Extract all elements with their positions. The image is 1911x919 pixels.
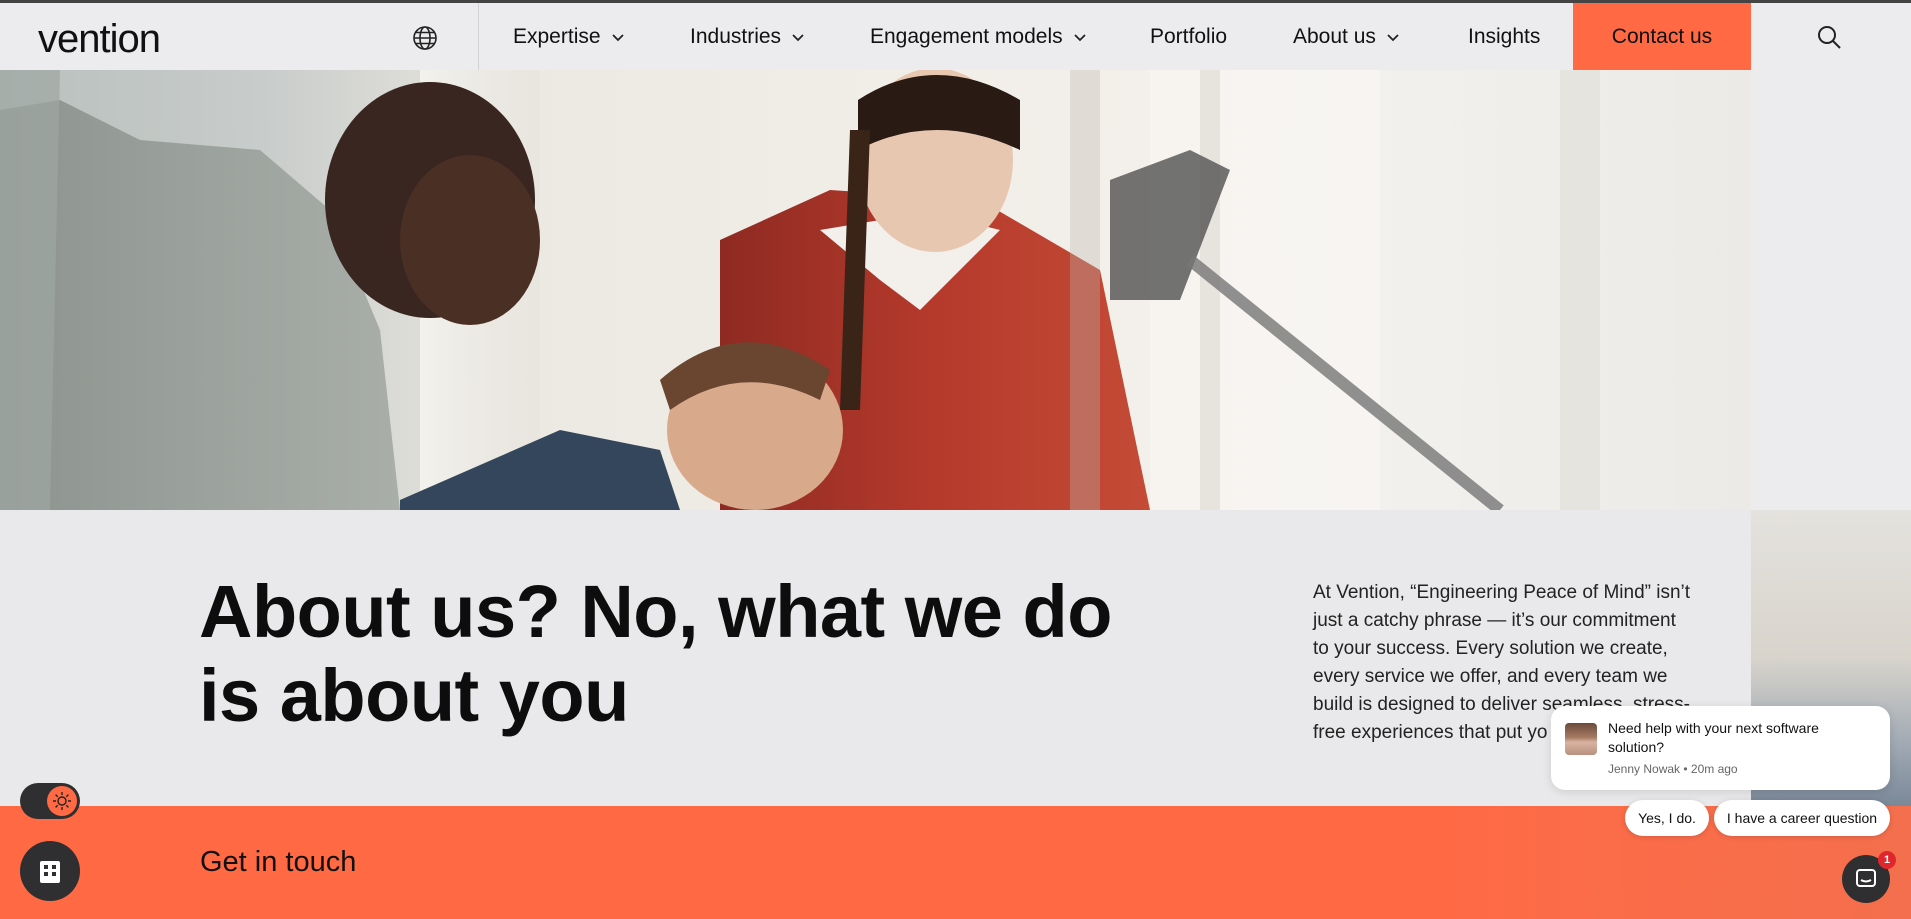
chevron-down-icon [1073,33,1086,41]
nav-about-us[interactable]: About us [1293,3,1400,70]
chat-icon [1856,869,1876,887]
unread-badge: 1 [1878,851,1896,869]
page-headline: About us? No, what we do is about you [199,570,1112,737]
nav-industries[interactable]: Industries [690,3,805,70]
globe-icon[interactable] [411,24,439,52]
nav-portfolio-label: Portfolio [1150,24,1228,48]
chevron-down-icon [1387,33,1399,41]
chevron-down-icon [611,33,624,41]
search-icon[interactable] [1816,24,1842,50]
hero-right-panel [1751,70,1911,510]
nav-expertise[interactable]: Expertise [513,3,625,70]
get-in-touch-title: Get in touch [200,846,357,878]
nav-engagement-models[interactable]: Engagement models [870,3,1087,70]
nav-portfolio[interactable]: Portfolio [1150,3,1227,70]
nav-about-us-label: About us [1293,24,1376,48]
theme-toggle[interactable] [20,783,80,819]
hero-photo-illustration [0,70,1600,510]
nav-industries-label: Industries [690,24,782,48]
reply-yes-button[interactable]: Yes, I do. [1625,800,1709,836]
building-icon [40,861,60,883]
nav-insights-label: Insights [1468,24,1541,48]
avatar [1565,723,1597,755]
hero-image [0,70,1751,510]
top-navbar: vention Expertise Industries Engagement … [0,0,1911,70]
sun-icon [47,786,77,816]
chat-message-card[interactable]: Need help with your next software soluti… [1551,706,1890,790]
vention-logo[interactable]: vention [38,17,161,62]
chat-message-meta: Jenny Nowak • 20m ago [1608,762,1738,776]
nav-insights[interactable]: Insights [1468,3,1540,70]
nav-engagement-models-label: Engagement models [870,24,1063,48]
nav-expertise-label: Expertise [513,24,601,48]
get-in-touch-banner[interactable]: Get in touch [0,806,1911,919]
contact-us-button[interactable]: Contact us [1573,3,1751,70]
chat-message-text: Need help with your next software soluti… [1608,720,1819,755]
reply-career-button[interactable]: I have a career question [1714,800,1890,836]
chevron-down-icon [792,33,804,41]
nav-divider [478,3,479,70]
accessibility-button[interactable] [20,841,80,901]
